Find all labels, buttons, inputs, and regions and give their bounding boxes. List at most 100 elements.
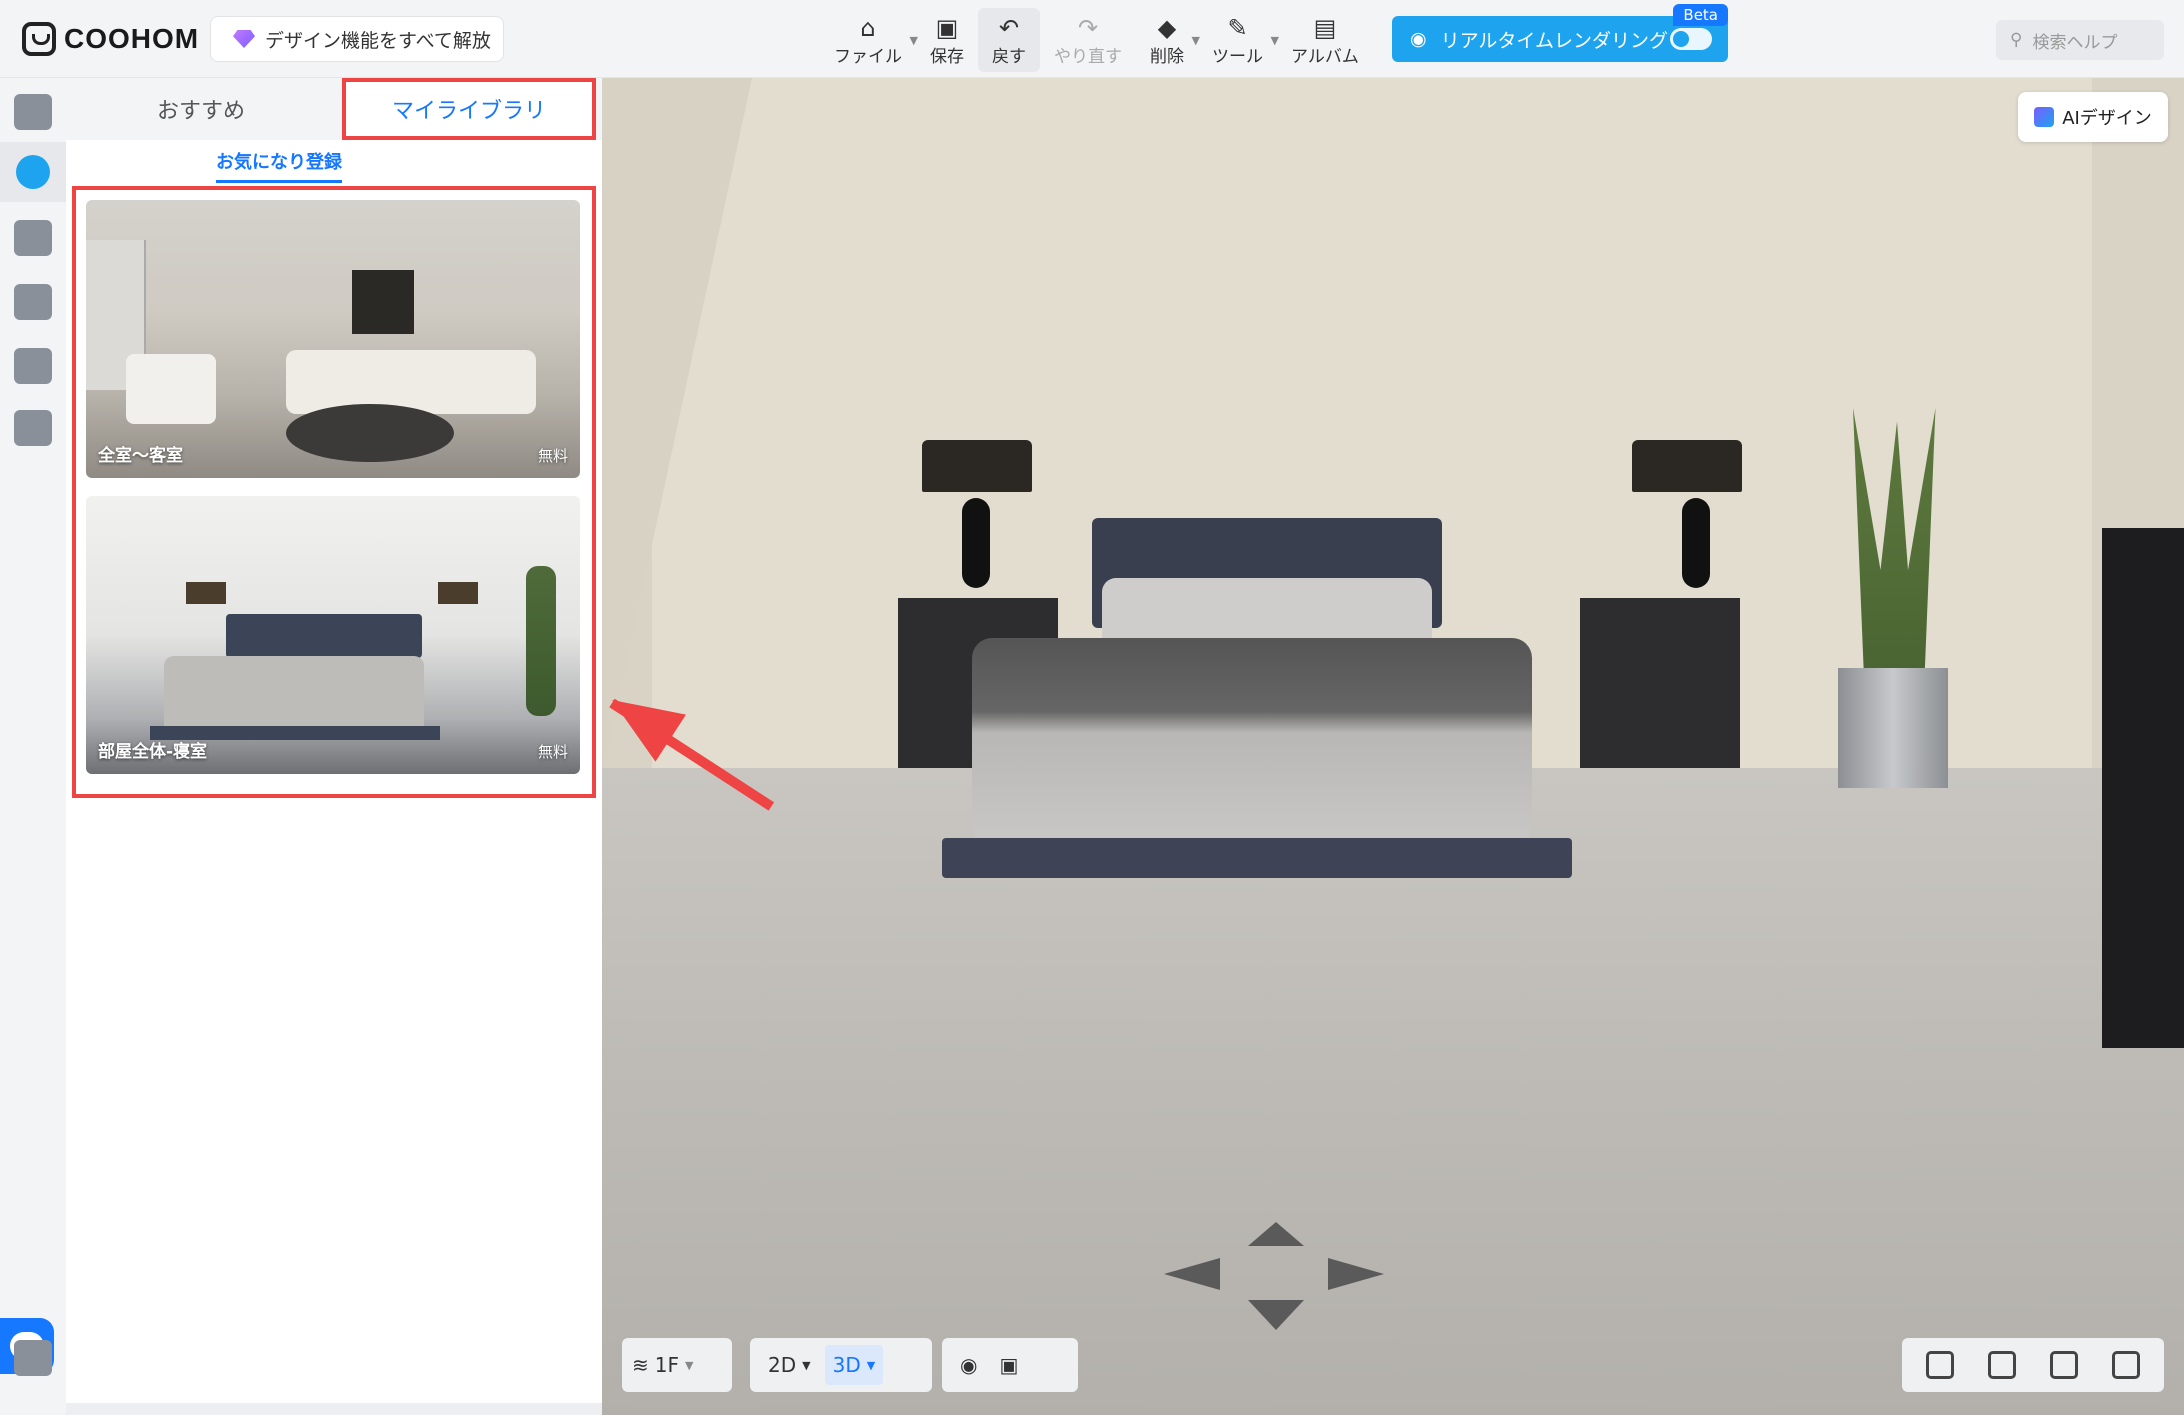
wrench-icon: ✎: [1227, 13, 1248, 42]
library-panel: おすすめ マイライブラリ お気になり登録 全室〜客室 無料 部屋全体-寝室 無料: [66, 78, 602, 1403]
tool-label-save: 保存: [930, 46, 964, 67]
subtab-favorites[interactable]: お気になり登録: [216, 148, 342, 183]
logo[interactable]: COOHOM: [22, 20, 199, 58]
chevron-down-icon: ▼: [866, 1358, 876, 1372]
album-button[interactable]: ▤ アルバム: [1277, 8, 1373, 72]
bed-model[interactable]: [942, 518, 1572, 888]
zoom-icon: [2112, 1351, 2140, 1379]
cube-icon: [14, 94, 52, 130]
card-image-sofa: [286, 350, 536, 414]
rail-inspiration-button[interactable]: [0, 142, 66, 202]
panel-tabs: おすすめ マイライブラリ: [66, 78, 602, 140]
rail-floorplan-button[interactable]: [0, 398, 66, 458]
realtime-label: リアルタイムレンダリング: [1440, 29, 1669, 52]
rail-decor-button[interactable]: [0, 272, 66, 332]
tools-menu-button[interactable]: ✎ ツール ▼: [1198, 8, 1279, 72]
tool-label-tools: ツール: [1212, 46, 1263, 67]
nightstand-right[interactable]: [1580, 598, 1740, 768]
left-icon-rail: [0, 78, 66, 1415]
camera-settings-icon: [1988, 1351, 2016, 1379]
camera-up-arrow[interactable]: [1248, 1222, 1304, 1246]
diamond-icon: [233, 30, 255, 48]
lamp-base-right: [1682, 498, 1710, 588]
card-image-artwork: [352, 270, 414, 334]
camera-left-arrow[interactable]: [1164, 1258, 1220, 1290]
ai-design-label: AIデザイン: [2062, 108, 2152, 129]
focus-icon: [2050, 1351, 2078, 1379]
zoom-inspect-button[interactable]: [2104, 1345, 2148, 1385]
focus-button[interactable]: [2042, 1345, 2086, 1385]
tool-label-redo: やり直す: [1054, 46, 1122, 67]
toolbar-tools: ⌂ ファイル ▼ ▣ 保存 ↶ 戻す ↷ やり直す ◆ 削除 ▼ ✎ ツール ▼…: [820, 8, 1373, 72]
chevron-down-icon: ▼: [685, 1358, 694, 1372]
floor-selector[interactable]: ≋ 1F ▼: [622, 1338, 732, 1392]
chevron-down-icon: ▼: [802, 1358, 811, 1372]
bed-frame: [942, 838, 1572, 878]
eraser-icon: ◆: [1157, 13, 1177, 42]
logo-icon: [22, 22, 56, 56]
save-icon: ▣: [935, 13, 959, 42]
camera-settings-button[interactable]: [1980, 1345, 2024, 1385]
visibility-button[interactable]: ◉: [952, 1345, 985, 1385]
card-image-headboard: [226, 614, 422, 658]
ai-icon: [2034, 107, 2055, 127]
undo-button[interactable]: ↶ 戻す: [978, 8, 1040, 72]
view-3d-label: 3D: [832, 1353, 861, 1377]
undo-icon: ↶: [998, 13, 1020, 42]
sofa-icon: [14, 220, 52, 256]
card-image-table: [286, 404, 454, 462]
screenshot-icon: [1926, 1351, 1954, 1379]
rail-render-button[interactable]: [0, 336, 66, 396]
save-button[interactable]: ▣ 保存: [916, 8, 978, 72]
tool-label-undo: 戻す: [992, 46, 1026, 67]
view-mode-switch: 2D ▼ 3D ▼: [750, 1338, 932, 1392]
eye-icon: ◉: [960, 1353, 978, 1377]
card-image-plant: [526, 566, 556, 716]
dresser[interactable]: [2102, 528, 2184, 1048]
layout-icon: [14, 1340, 52, 1376]
design-card[interactable]: 部屋全体-寝室 無料: [86, 496, 580, 774]
floor-label: 1F: [654, 1353, 679, 1377]
bed-duvet: [972, 638, 1532, 848]
lamp-shade-left[interactable]: [922, 440, 1032, 492]
help-search[interactable]: ⚲ 検索ヘルプ: [1996, 20, 2164, 60]
camera-icon: ◉: [1410, 28, 1427, 50]
lightbulb-icon: [16, 155, 50, 189]
tab-my-library[interactable]: マイライブラリ: [342, 78, 596, 140]
file-menu-button[interactable]: ⌂ ファイル ▼: [820, 8, 918, 72]
ai-design-button[interactable]: AIデザイン: [2018, 92, 2168, 142]
card-title: 部屋全体-寝室: [98, 742, 208, 762]
unlock-features-button[interactable]: デザイン機能をすべて解放: [210, 16, 504, 62]
view-3d-button[interactable]: 3D ▼: [824, 1345, 884, 1385]
album-icon: ▤: [1313, 13, 1337, 42]
redo-button[interactable]: ↷ やり直す: [1040, 8, 1136, 72]
realtime-toggle[interactable]: [1670, 28, 1712, 50]
camera-down-arrow[interactable]: [1248, 1300, 1304, 1330]
camera-right-arrow[interactable]: [1328, 1258, 1384, 1290]
realtime-rendering-button[interactable]: ◉ リアルタイムレンダリング Beta: [1392, 4, 1728, 62]
rail-build-button[interactable]: [0, 82, 66, 142]
lamp-shade-right[interactable]: [1632, 440, 1742, 492]
floorplan-icon: [14, 410, 52, 446]
tool-label-delete: 削除: [1150, 46, 1184, 67]
logo-text: COOHOM: [64, 23, 200, 54]
rail-furniture-button[interactable]: [0, 208, 66, 268]
view-2d-button[interactable]: 2D ▼: [760, 1345, 819, 1385]
delete-menu-button[interactable]: ◆ 削除 ▼: [1136, 8, 1200, 72]
rail-layout-button[interactable]: [0, 1328, 66, 1388]
search-icon: ⚲: [2010, 30, 2023, 50]
favorites-grid: 全室〜客室 無料 部屋全体-寝室 無料: [72, 186, 596, 798]
paint-box-icon: [14, 284, 52, 320]
card-image-lamp: [438, 582, 478, 604]
design-card[interactable]: 全室〜客室 無料: [86, 200, 580, 478]
3d-viewport[interactable]: AIデザイン ≋ 1F ▼ 2D ▼ 3D ▼ ◉ ▣: [602, 78, 2184, 1415]
camera-controls: [1902, 1338, 2164, 1392]
screenshot-button[interactable]: [1918, 1345, 1962, 1385]
view-2d-label: 2D: [768, 1353, 797, 1377]
beta-badge: Beta: [1673, 4, 1728, 26]
plant-pot[interactable]: [1838, 668, 1948, 788]
tool-label-album: アルバム: [1291, 46, 1359, 67]
tab-recommended[interactable]: おすすめ: [66, 78, 336, 140]
unlock-label: デザイン機能をすべて解放: [265, 29, 491, 52]
cube-view-button[interactable]: ▣: [991, 1345, 1026, 1385]
